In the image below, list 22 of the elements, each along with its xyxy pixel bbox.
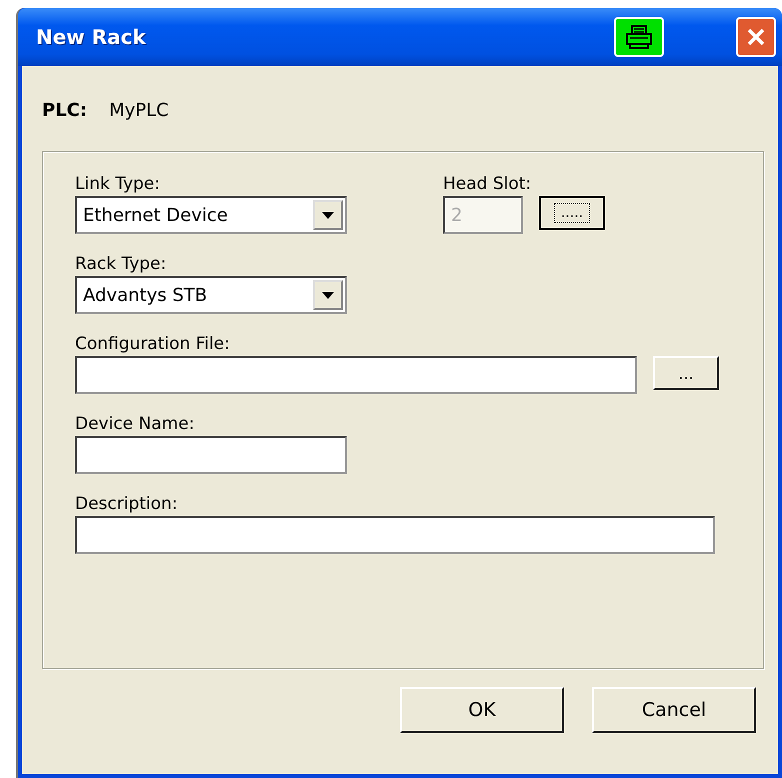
print-button[interactable] [614,17,664,57]
description-field[interactable] [75,516,715,554]
configuration-file-field[interactable] [75,356,637,394]
cancel-button[interactable]: Cancel [592,687,756,733]
plc-label: PLC: [42,100,88,121]
device-name-field[interactable] [75,436,347,474]
ok-button[interactable]: OK [400,687,564,733]
head-slot-label: Head Slot: [443,174,532,194]
rack-type-dropdown[interactable]: Advantys STB [75,276,347,314]
printer-icon [624,24,654,50]
browse-button[interactable]: ... [653,356,719,390]
close-button[interactable] [736,17,776,57]
dropdown-value: Ethernet Device [83,204,228,226]
plc-value: MyPLC [109,100,169,121]
device-name-label: Device Name: [75,414,196,434]
rack-type-label: Rack Type: [75,254,168,274]
dropdown-value: Advantys STB [83,284,208,306]
configuration-file-label: Configuration File: [75,334,231,354]
window-title: New Rack [36,25,147,49]
description-label: Description: [75,494,179,514]
link-type-label: Link Type: [75,174,161,194]
link-type-dropdown[interactable]: Ethernet Device [75,196,347,234]
